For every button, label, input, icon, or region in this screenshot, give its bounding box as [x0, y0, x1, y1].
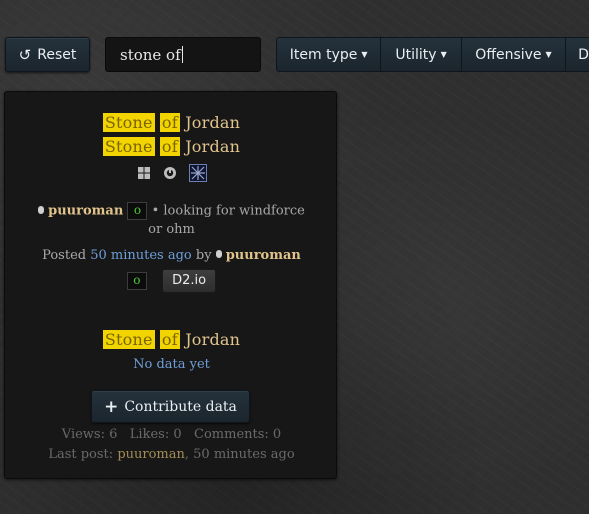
search-value: stone of [120, 45, 181, 64]
defensive-label: D [578, 46, 589, 63]
reset-button[interactable]: ↺ Reset [5, 37, 90, 72]
platform-icons [5, 164, 338, 182]
playstation-icon [163, 167, 176, 179]
posted-label: Posted [42, 248, 87, 263]
listing-note-line-2: or ohm [5, 222, 338, 237]
want-item-title[interactable]: Stone of Jordan [5, 137, 338, 156]
posted-by-label: by [195, 248, 212, 263]
search-highlight: Stone [102, 113, 155, 132]
last-post-user-link[interactable]: puuroman [117, 447, 185, 462]
search-highlight: of [159, 137, 180, 156]
user-status-dot [215, 250, 222, 258]
d2io-button[interactable]: D2.io [162, 269, 217, 293]
filter-dropdown-group: Item type ▼ Utility ▼ Offensive ▼ D [276, 37, 589, 72]
listing-stats: Views: 6 Likes: 0 Comments: 0 [5, 427, 338, 442]
have-item-title[interactable]: Stone of Jordan [5, 113, 338, 132]
caret-down-icon: ▼ [440, 50, 447, 59]
contribute-label: Contribute data [124, 398, 237, 415]
posted-info: Posted 50 minutes ago by puuroman [5, 248, 338, 263]
likes-count: Likes: 0 [129, 427, 182, 442]
rune-badge: o [127, 202, 148, 220]
listing-note-line: puuroman o • looking for windforce [5, 202, 338, 220]
undo-icon: ↺ [18, 45, 32, 64]
user-status-dot [38, 205, 45, 214]
search-highlight: Stone [102, 137, 155, 156]
utility-label: Utility [395, 46, 437, 63]
author-link[interactable]: puuroman [48, 204, 123, 219]
windows-icon [137, 167, 150, 179]
caret-down-icon: ▼ [361, 50, 368, 59]
search-highlight: of [159, 113, 180, 132]
item-name: Jordan [185, 137, 241, 156]
search-input[interactable]: stone of [105, 37, 261, 72]
last-post-info: Last post: puuroman, 50 minutes ago [5, 447, 338, 462]
price-check-title[interactable]: Stone of Jordan [5, 330, 338, 349]
listing-note-continued: or ohm [148, 222, 195, 237]
last-post-label: Last post: [48, 447, 114, 462]
item-type-label: Item type [289, 46, 358, 63]
caret-down-icon: ▼ [545, 50, 552, 59]
offensive-dropdown[interactable]: Offensive ▼ [461, 37, 567, 72]
offensive-label: Offensive [475, 46, 542, 63]
last-post-time: , 50 minutes ago [184, 447, 295, 462]
posted-time-link[interactable]: 50 minutes ago [90, 248, 192, 263]
rune-badge: o [126, 272, 147, 290]
utility-dropdown[interactable]: Utility ▼ [381, 37, 462, 72]
comments-count: Comments: 0 [194, 427, 282, 442]
item-name: Jordan [185, 330, 241, 349]
price-status-line: No data yet [5, 357, 338, 372]
listing-note: • looking for windforce [151, 203, 305, 219]
search-highlight: of [159, 330, 180, 349]
reset-label: Reset [37, 46, 77, 63]
posted-badges: o D2.io [5, 269, 338, 293]
search-highlight: Stone [102, 330, 155, 349]
views-count: Views: 6 [61, 427, 118, 442]
item-name: Jordan [185, 113, 241, 132]
price-status: No data yet [133, 357, 210, 372]
defensive-dropdown[interactable]: D [566, 37, 589, 72]
switch-icon [188, 164, 207, 182]
plus-icon: + [104, 396, 119, 417]
text-cursor [181, 46, 183, 63]
item-type-dropdown[interactable]: Item type ▼ [276, 37, 382, 72]
contribute-data-button[interactable]: + Contribute data [91, 390, 250, 423]
poster-link[interactable]: puuroman [226, 248, 301, 263]
